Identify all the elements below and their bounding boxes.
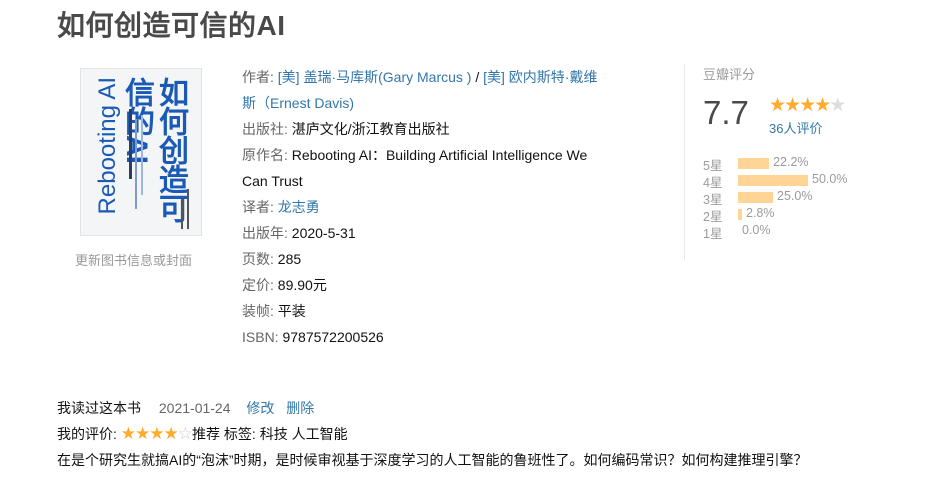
pubdate-row: 出版年: 2020-5-31 — [242, 220, 657, 246]
rating-dist-pct: 2.8% — [746, 206, 775, 220]
tags-value: 科技 人工智能 — [259, 426, 348, 442]
rating-dist-bar — [738, 175, 808, 186]
publisher-value: 湛庐文化/浙江教育出版社 — [291, 121, 450, 137]
rating-dist-bar — [738, 209, 742, 220]
rating-dist-pct: 25.0% — [777, 189, 813, 203]
star-icon: ★ — [799, 95, 816, 116]
reading-record: 我读过这本书 2021-01-24 修改 删除 我的评价: ★★★★☆推荐 标签… — [57, 395, 917, 473]
comment-text: 在是个研究生就搞AI的“泡沫”时期，是时候审视基于深度学习的人工智能的鲁班性了。… — [57, 452, 808, 468]
cover-en-title: Rebooting AI — [94, 77, 121, 215]
rating-dist-bar — [738, 158, 770, 169]
edit-link[interactable]: 修改 — [246, 400, 274, 416]
pages-row: 页数: 285 — [242, 246, 657, 272]
my-star-icon: ★ — [163, 424, 179, 443]
rating-dist-label: 1星 — [703, 227, 723, 241]
author-row-cont: 斯（Ernest Davis) — [242, 90, 657, 116]
author-link[interactable]: [美] 盖瑞·马库斯(Gary Marcus ) — [278, 69, 472, 85]
isbn-row: ISBN: 9787572200526 — [242, 324, 657, 350]
translator-label: 译者: — [242, 199, 274, 215]
rating-dist-pct: 0.0% — [742, 223, 771, 237]
isbn-value: 9787572200526 — [282, 329, 384, 345]
author-separator: / — [471, 69, 484, 85]
binding-row: 装帧: 平装 — [242, 298, 657, 324]
author-link[interactable]: [美] 欧内斯特·戴维 — [483, 69, 597, 85]
price-label: 定价: — [242, 277, 274, 293]
cover-decor-bar — [141, 115, 143, 195]
book-info: 作者: [美] 盖瑞·马库斯(Gary Marcus ) / [美] 欧内斯特·… — [242, 64, 657, 350]
rating-score: 7.7 — [703, 94, 749, 131]
publisher-row: 出版社: 湛庐文化/浙江教育出版社 — [242, 116, 657, 142]
star-icon: ★ — [814, 95, 831, 116]
tags-label: 标签: — [223, 426, 256, 442]
translator-link[interactable]: 龙志勇 — [278, 199, 320, 215]
book-page: 如何创造可信的AI 如何创造可信的AI Rebooting AI 更新图书信息或… — [0, 0, 938, 503]
binding-label: 装帧: — [242, 303, 274, 319]
translator-row: 译者: 龙志勇 — [242, 194, 657, 220]
original-title-value-cont: Can Trust — [242, 173, 303, 189]
pubdate-value: 2020-5-31 — [291, 225, 356, 241]
rating-dist-pct: 50.0% — [812, 172, 848, 186]
page-title: 如何创造可信的AI — [57, 10, 286, 41]
rating-title: 豆瓣评分 — [703, 67, 756, 82]
my-star-icon: ★ — [149, 424, 164, 443]
my-rating-stars-icon: ★★★★☆ — [120, 424, 193, 443]
price-row: 定价: 89.90元 — [242, 272, 657, 298]
star-icon: ★ — [829, 95, 846, 116]
recommend-text: 推荐 — [192, 426, 221, 442]
original-title-label: 原作名: — [242, 147, 288, 163]
my-star-icon: ★ — [135, 424, 150, 443]
author-link-cont[interactable]: 斯（Ernest Davis) — [242, 95, 354, 111]
cover-decor-bar — [129, 109, 132, 179]
binding-value: 平装 — [277, 303, 306, 319]
original-title-row-cont: Can Trust — [242, 168, 657, 194]
author-label: 作者: — [242, 69, 274, 85]
rating-dist-pct: 22.2% — [773, 155, 809, 169]
original-title-value: Rebooting AI：Building Artificial Intelli… — [291, 147, 588, 163]
author-row: 作者: [美] 盖瑞·马库斯(Gary Marcus ) / [美] 欧内斯特·… — [242, 64, 657, 90]
my-rating-label: 我的评价: — [57, 426, 117, 442]
rating-count-link[interactable]: 36人评价 — [769, 118, 822, 137]
my-star-icon: ★ — [120, 424, 136, 443]
book-cover[interactable]: 如何创造可信的AI Rebooting AI — [80, 68, 202, 236]
publisher-label: 出版社: — [242, 121, 288, 137]
rating-panel: 豆瓣评分 7.7 ★★★★★ 36人评价 5星 22.2% 4星 50.0% 3星 25.… — [684, 64, 885, 260]
isbn-label: ISBN: — [242, 329, 279, 345]
delete-link[interactable]: 删除 — [286, 400, 314, 416]
price-value: 89.90元 — [277, 277, 327, 293]
star-icon: ★ — [784, 95, 801, 116]
cover-decor-bar — [181, 199, 183, 229]
my-rating-row: 我的评价: ★★★★☆推荐 标签: 科技 人工智能 — [57, 421, 917, 447]
pubdate-label: 出版年: — [242, 225, 288, 241]
cover-decor-bar — [135, 119, 137, 209]
record-status-row: 我读过这本书 2021-01-24 修改 删除 — [57, 395, 917, 421]
my-star-icon: ☆ — [177, 424, 193, 443]
update-book-info-link[interactable]: 更新图书信息或封面 — [75, 250, 192, 269]
read-status: 我读过这本书 — [57, 400, 141, 416]
pages-label: 页数: — [242, 251, 274, 267]
rating-dist-bar — [738, 192, 773, 203]
cover-decor-bar — [187, 189, 189, 229]
original-title-row: 原作名: Rebooting AI：Building Artificial In… — [242, 142, 657, 168]
rating-stars-icon: ★★★★★ — [769, 94, 846, 117]
read-date: 2021-01-24 — [158, 400, 231, 416]
pages-value: 285 — [277, 251, 302, 267]
star-icon: ★ — [769, 95, 786, 116]
